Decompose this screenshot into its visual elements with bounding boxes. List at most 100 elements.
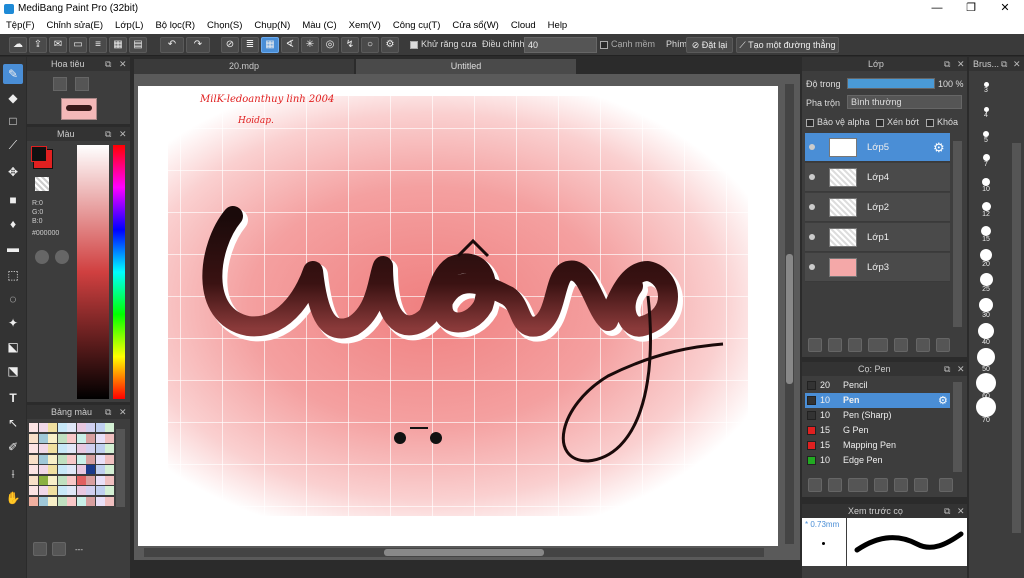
- layer-scrollbar[interactable]: [953, 141, 962, 327]
- bucket-tool-icon[interactable]: ♦: [3, 214, 23, 234]
- palette-swatch[interactable]: [67, 486, 76, 495]
- new-halftone-layer-icon[interactable]: [828, 338, 842, 352]
- brush-size-option[interactable]: 4: [972, 100, 1000, 119]
- palette-scrollbar[interactable]: [116, 429, 125, 507]
- duplicate-icon[interactable]: [914, 478, 928, 492]
- palette-swatch[interactable]: [48, 496, 57, 506]
- gear-icon[interactable]: ⚙: [938, 394, 948, 407]
- brush-row[interactable]: 20 Pencil: [805, 378, 950, 393]
- document-icon[interactable]: ≡: [89, 37, 107, 53]
- palette-swatch[interactable]: [29, 444, 38, 453]
- share-icon[interactable]: ⇪: [29, 37, 47, 53]
- brush-size-option[interactable]: 60: [972, 372, 1000, 400]
- palette-swatch[interactable]: [76, 423, 86, 432]
- menu-window[interactable]: Cửa sổ(W): [446, 20, 504, 31]
- menu-snap[interactable]: Chụp(N): [248, 20, 296, 31]
- menu-view[interactable]: Xem(V): [343, 20, 387, 31]
- select-eraser-icon[interactable]: ⬔: [3, 361, 23, 381]
- brush-size-option[interactable]: 15: [972, 224, 1000, 243]
- minimize-button[interactable]: —: [920, 0, 954, 17]
- palette-swatch[interactable]: [29, 475, 38, 485]
- hand-tool-icon[interactable]: ✋: [3, 488, 23, 508]
- brush-row[interactable]: 10 Pen ⚙: [805, 393, 950, 408]
- create-line-button[interactable]: ⟋ Tạo một đường thẳng: [736, 37, 839, 53]
- snap-circle-icon[interactable]: ○: [361, 37, 379, 53]
- palette-swatch[interactable]: [67, 444, 76, 453]
- palette-swatch[interactable]: [76, 444, 86, 453]
- palette-swatch[interactable]: [105, 433, 114, 443]
- saturation-field[interactable]: [77, 145, 109, 399]
- brush-size-option[interactable]: 40: [972, 323, 1000, 346]
- reset-button[interactable]: ⊘ Đặt lại: [686, 37, 733, 53]
- palette-swatch[interactable]: [38, 423, 48, 432]
- transparent-swatch[interactable]: [35, 177, 49, 191]
- blend-mode-select[interactable]: Bình thường: [847, 95, 962, 109]
- close-button[interactable]: ✕: [988, 0, 1022, 17]
- antialias-checkbox[interactable]: [410, 40, 418, 49]
- layer-row-5[interactable]: Lớp5 ⚙: [805, 133, 950, 162]
- redo-icon[interactable]: ↷: [186, 37, 210, 53]
- palette-swatch[interactable]: [86, 444, 95, 453]
- layer-row-4[interactable]: Lớp4: [805, 163, 950, 192]
- popout-icon[interactable]: ⧉: [105, 405, 111, 419]
- foreground-color-swatch[interactable]: [31, 146, 47, 162]
- drawing-canvas[interactable]: MilK-ledoanthuy linh 2004 Hoidap.: [138, 86, 778, 546]
- duplicate-icon[interactable]: [916, 338, 930, 352]
- fill-rect-tool-icon[interactable]: ■: [3, 190, 23, 210]
- palette-swatch[interactable]: [67, 423, 76, 432]
- horizontal-scroll-thumb[interactable]: [384, 549, 544, 556]
- palette-swatch[interactable]: [29, 496, 38, 506]
- zoom-in-icon[interactable]: [53, 77, 67, 91]
- menu-select[interactable]: Chọn(S): [201, 20, 248, 31]
- horizontal-scrollbar[interactable]: [144, 548, 764, 557]
- palette-swatch[interactable]: [57, 454, 67, 464]
- palette-swatch[interactable]: [95, 486, 105, 495]
- antialias-toggle[interactable]: Khử răng cưa: [410, 39, 477, 49]
- palette-swatch[interactable]: [86, 496, 95, 506]
- palette-swatch[interactable]: [57, 444, 67, 453]
- zoom-out-icon[interactable]: [75, 77, 89, 91]
- brush-scrollbar[interactable]: [953, 382, 962, 472]
- clipping-toggle[interactable]: Xén bớt: [876, 117, 919, 127]
- palette-swatch[interactable]: [48, 475, 57, 485]
- menu-tools[interactable]: Công cụ(T): [387, 20, 447, 31]
- palette-swatch[interactable]: [95, 465, 105, 474]
- rectangle-tool-icon[interactable]: □: [3, 111, 23, 131]
- palette-icon[interactable]: [35, 250, 49, 264]
- palette-swatch[interactable]: [105, 454, 114, 464]
- palette-swatch[interactable]: [105, 465, 114, 474]
- blur-tool-icon[interactable]: ✐: [3, 437, 23, 457]
- palette-swatch[interactable]: [76, 465, 86, 474]
- snap-settings-icon[interactable]: ⚙: [381, 37, 399, 53]
- adjust-input[interactable]: 40: [524, 37, 597, 53]
- vertical-scroll-thumb[interactable]: [786, 254, 793, 384]
- palette-swatch[interactable]: [67, 433, 76, 443]
- grid-view-icon[interactable]: ▤: [129, 37, 147, 53]
- new-palette-icon[interactable]: [33, 542, 47, 556]
- palette-swatch[interactable]: [105, 444, 114, 453]
- new-1bit-layer-icon[interactable]: [848, 338, 862, 352]
- palette-swatch[interactable]: [29, 423, 38, 432]
- folder-icon[interactable]: [894, 338, 908, 352]
- brush-size-option[interactable]: 5: [972, 125, 1000, 144]
- palette-swatch[interactable]: [95, 475, 105, 485]
- brush-size-option[interactable]: 7: [972, 149, 1000, 168]
- text-tool-icon[interactable]: T: [3, 388, 23, 408]
- palette-swatch[interactable]: [105, 496, 114, 506]
- new-layer-icon[interactable]: [808, 338, 822, 352]
- panel-close-icon[interactable]: ✕: [119, 57, 127, 71]
- snap-parallel-icon[interactable]: ≣: [241, 37, 259, 53]
- hue-slider[interactable]: [113, 145, 125, 399]
- select-pen-icon[interactable]: ⬕: [3, 337, 23, 357]
- navigator-thumbnail[interactable]: [61, 98, 97, 120]
- opacity-slider[interactable]: [847, 78, 935, 89]
- brush-tool-icon[interactable]: ✎: [3, 64, 23, 84]
- palette-swatch[interactable]: [38, 444, 48, 453]
- move-tool-icon[interactable]: ✥: [3, 162, 23, 182]
- palette-swatch[interactable]: [29, 465, 38, 474]
- maximize-button[interactable]: ❐: [954, 0, 988, 17]
- magic-wand-icon[interactable]: ✦: [3, 313, 23, 333]
- layer-row-2[interactable]: Lớp2: [805, 193, 950, 222]
- snap-off-icon[interactable]: ⊘: [221, 37, 239, 53]
- palette-swatch[interactable]: [48, 486, 57, 495]
